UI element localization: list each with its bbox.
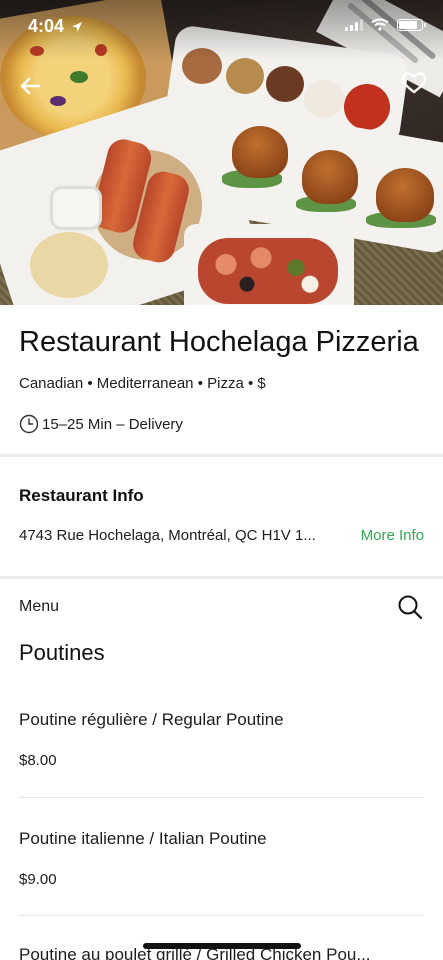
status-icons bbox=[345, 18, 426, 31]
menu-section-title: Poutines bbox=[19, 640, 105, 665]
menu-item[interactable]: Poutine régulière / Regular Poutine $8.0… bbox=[19, 710, 424, 769]
restaurant-categories: Canadian • Mediterranean • Pizza • $ bbox=[19, 375, 266, 392]
location-arrow-icon bbox=[72, 22, 83, 33]
wifi-icon bbox=[371, 18, 389, 31]
section-divider bbox=[0, 576, 443, 579]
home-indicator bbox=[143, 943, 301, 949]
menu-item-name: Poutine italienne / Italian Poutine bbox=[19, 829, 267, 848]
delivery-time: 15–25 Min – Delivery bbox=[42, 415, 183, 433]
back-arrow-icon bbox=[20, 77, 41, 95]
more-info-link[interactable]: More Info bbox=[361, 527, 424, 544]
search-icon bbox=[398, 595, 423, 620]
heart-icon bbox=[401, 72, 427, 94]
menu-item[interactable]: Poutine italienne / Italian Poutine $9.0… bbox=[19, 829, 424, 888]
section-divider bbox=[0, 454, 443, 457]
back-button[interactable] bbox=[14, 70, 46, 102]
menu-label: Menu bbox=[19, 598, 60, 615]
restaurant-name: Restaurant Hochelaga Pizzeria bbox=[19, 326, 419, 358]
delivery-info: 15–25 Min – Delivery bbox=[19, 414, 183, 434]
menu-item-divider bbox=[19, 797, 424, 798]
menu-item-price: $9.00 bbox=[19, 871, 57, 888]
menu-item-divider bbox=[19, 915, 424, 916]
clock-icon bbox=[19, 414, 39, 434]
restaurant-hero-image bbox=[0, 0, 443, 305]
restaurant-info-heading: Restaurant Info bbox=[19, 486, 144, 505]
menu-item-price: $8.00 bbox=[19, 752, 57, 769]
battery-icon bbox=[397, 18, 426, 31]
status-time: 4:04 bbox=[28, 16, 83, 37]
cellular-signal-icon bbox=[345, 18, 363, 31]
favorite-button[interactable] bbox=[397, 66, 431, 100]
menu-item-name: Poutine régulière / Regular Poutine bbox=[19, 710, 284, 729]
restaurant-address: 4743 Rue Hochelaga, Montréal, QC H1V 1..… bbox=[19, 527, 316, 544]
menu-search-button[interactable] bbox=[395, 592, 425, 622]
